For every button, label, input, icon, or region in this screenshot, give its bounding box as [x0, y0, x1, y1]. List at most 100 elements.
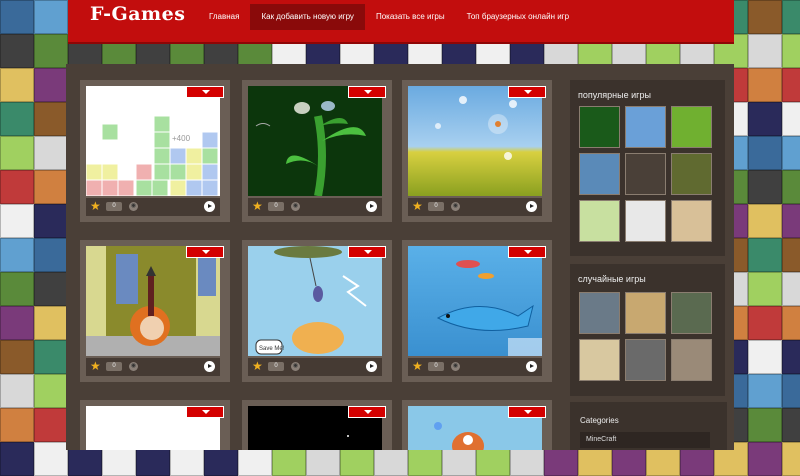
background-game-tile [0, 170, 34, 204]
star-icon[interactable]: ★ [412, 359, 423, 373]
site-header: F-Games Главная Как добавить новую игру … [68, 0, 734, 44]
card-toolbar: ★ 0 ◉ [86, 358, 220, 376]
star-icon[interactable]: ★ [90, 199, 101, 213]
card-menu-tab[interactable] [186, 246, 224, 258]
popular-game-thumb[interactable] [625, 200, 666, 242]
background-game-tile [782, 374, 800, 408]
background-game-tile [34, 374, 68, 408]
sound-icon[interactable]: ◉ [451, 202, 460, 211]
popular-game-thumb[interactable] [625, 153, 666, 195]
popular-games-title: популярные игры [578, 90, 651, 100]
nav-home[interactable]: Главная [198, 4, 250, 30]
comment-count: 0 [106, 202, 122, 211]
background-game-tile [34, 136, 68, 170]
background-game-tile [34, 272, 68, 306]
card-menu-tab[interactable] [508, 86, 546, 98]
star-icon[interactable]: ★ [252, 359, 263, 373]
background-game-tile [782, 170, 800, 204]
card-menu-tab[interactable] [186, 86, 224, 98]
popular-games-grid [579, 106, 712, 242]
star-icon[interactable]: ★ [412, 199, 423, 213]
background-game-tile [0, 374, 34, 408]
background-game-tile [34, 102, 68, 136]
popular-game-thumb[interactable] [579, 153, 620, 195]
background-game-tile [782, 204, 800, 238]
nav-top-games[interactable]: Топ браузерных онлайн игр [456, 4, 580, 30]
background-game-tile [0, 34, 34, 68]
background-game-tile [782, 136, 800, 170]
game-thumbnail[interactable]: +400 [86, 86, 220, 196]
game-card[interactable]: Save Me! ★ 0 ◉ [242, 240, 392, 382]
sound-icon[interactable]: ◉ [291, 202, 300, 211]
game-card[interactable] [402, 400, 552, 450]
popular-game-thumb[interactable] [579, 200, 620, 242]
background-game-tile [748, 0, 782, 34]
sound-icon[interactable]: ◉ [129, 362, 138, 371]
background-game-tile [782, 442, 800, 476]
random-game-thumb[interactable] [671, 292, 712, 334]
game-thumbnail[interactable] [86, 246, 220, 356]
card-menu-tab[interactable] [508, 246, 546, 258]
card-menu-tab[interactable] [186, 406, 224, 418]
game-thumbnail[interactable] [408, 86, 542, 196]
nav-all-games[interactable]: Показать все игры [365, 4, 456, 30]
popular-game-thumb[interactable] [671, 153, 712, 195]
background-game-tile [34, 238, 68, 272]
background-game-tile [34, 306, 68, 340]
random-game-thumb[interactable] [625, 339, 666, 381]
popular-game-thumb[interactable] [671, 106, 712, 148]
categories-title: Categories [580, 416, 619, 425]
game-card[interactable]: ★ 0 ◉ [80, 240, 230, 382]
background-game-tile [0, 340, 34, 374]
popular-game-thumb[interactable] [579, 106, 620, 148]
play-icon[interactable] [204, 201, 215, 212]
play-icon[interactable] [204, 361, 215, 372]
card-menu-tab[interactable] [508, 406, 546, 418]
background-game-tile [748, 442, 782, 476]
nav-add-game[interactable]: Как добавить новую игру [250, 4, 365, 30]
card-toolbar: ★ 0 ◉ [408, 198, 542, 216]
sound-icon[interactable]: ◉ [129, 202, 138, 211]
popular-game-thumb[interactable] [625, 106, 666, 148]
random-games-grid [579, 292, 712, 381]
site-logo[interactable]: F-Games [90, 3, 185, 25]
game-card[interactable]: +400 ★ 0 ◉ [80, 80, 230, 222]
background-game-tile [782, 238, 800, 272]
game-thumbnail[interactable]: Save Me! [248, 246, 382, 356]
random-game-thumb[interactable] [671, 339, 712, 381]
background-game-tile [0, 102, 34, 136]
game-card[interactable] [80, 400, 230, 450]
background-game-tile [34, 170, 68, 204]
game-card[interactable]: ★ 0 ◉ [402, 240, 552, 382]
star-icon[interactable]: ★ [90, 359, 101, 373]
card-menu-tab[interactable] [348, 86, 386, 98]
game-card[interactable]: ★ 0 ◉ [242, 80, 392, 222]
card-menu-tab[interactable] [348, 406, 386, 418]
star-icon[interactable]: ★ [252, 199, 263, 213]
play-icon[interactable] [526, 201, 537, 212]
speech-bubble-text: Save Me! [259, 346, 285, 352]
play-icon[interactable] [366, 361, 377, 372]
random-game-thumb[interactable] [625, 292, 666, 334]
category-item-minecraft[interactable]: MineCraft [580, 432, 710, 448]
comment-count: 0 [106, 362, 122, 371]
game-thumbnail[interactable] [408, 246, 542, 356]
main-nav: Главная Как добавить новую игру Показать… [198, 4, 580, 30]
card-menu-tab[interactable] [348, 246, 386, 258]
background-game-tile [782, 272, 800, 306]
game-thumbnail[interactable] [248, 86, 382, 196]
sound-icon[interactable]: ◉ [291, 362, 300, 371]
background-game-tile [748, 238, 782, 272]
comment-count: 0 [268, 362, 284, 371]
play-icon[interactable] [366, 201, 377, 212]
background-game-tile [34, 68, 68, 102]
game-card[interactable]: ★ 0 ◉ [402, 80, 552, 222]
play-icon[interactable] [526, 361, 537, 372]
fish-game-screenshot [408, 246, 542, 356]
random-game-thumb[interactable] [579, 292, 620, 334]
sound-icon[interactable]: ◉ [451, 362, 460, 371]
random-game-thumb[interactable] [579, 339, 620, 381]
popular-game-thumb[interactable] [671, 200, 712, 242]
background-game-tile [34, 0, 68, 34]
game-card[interactable] [242, 400, 392, 450]
